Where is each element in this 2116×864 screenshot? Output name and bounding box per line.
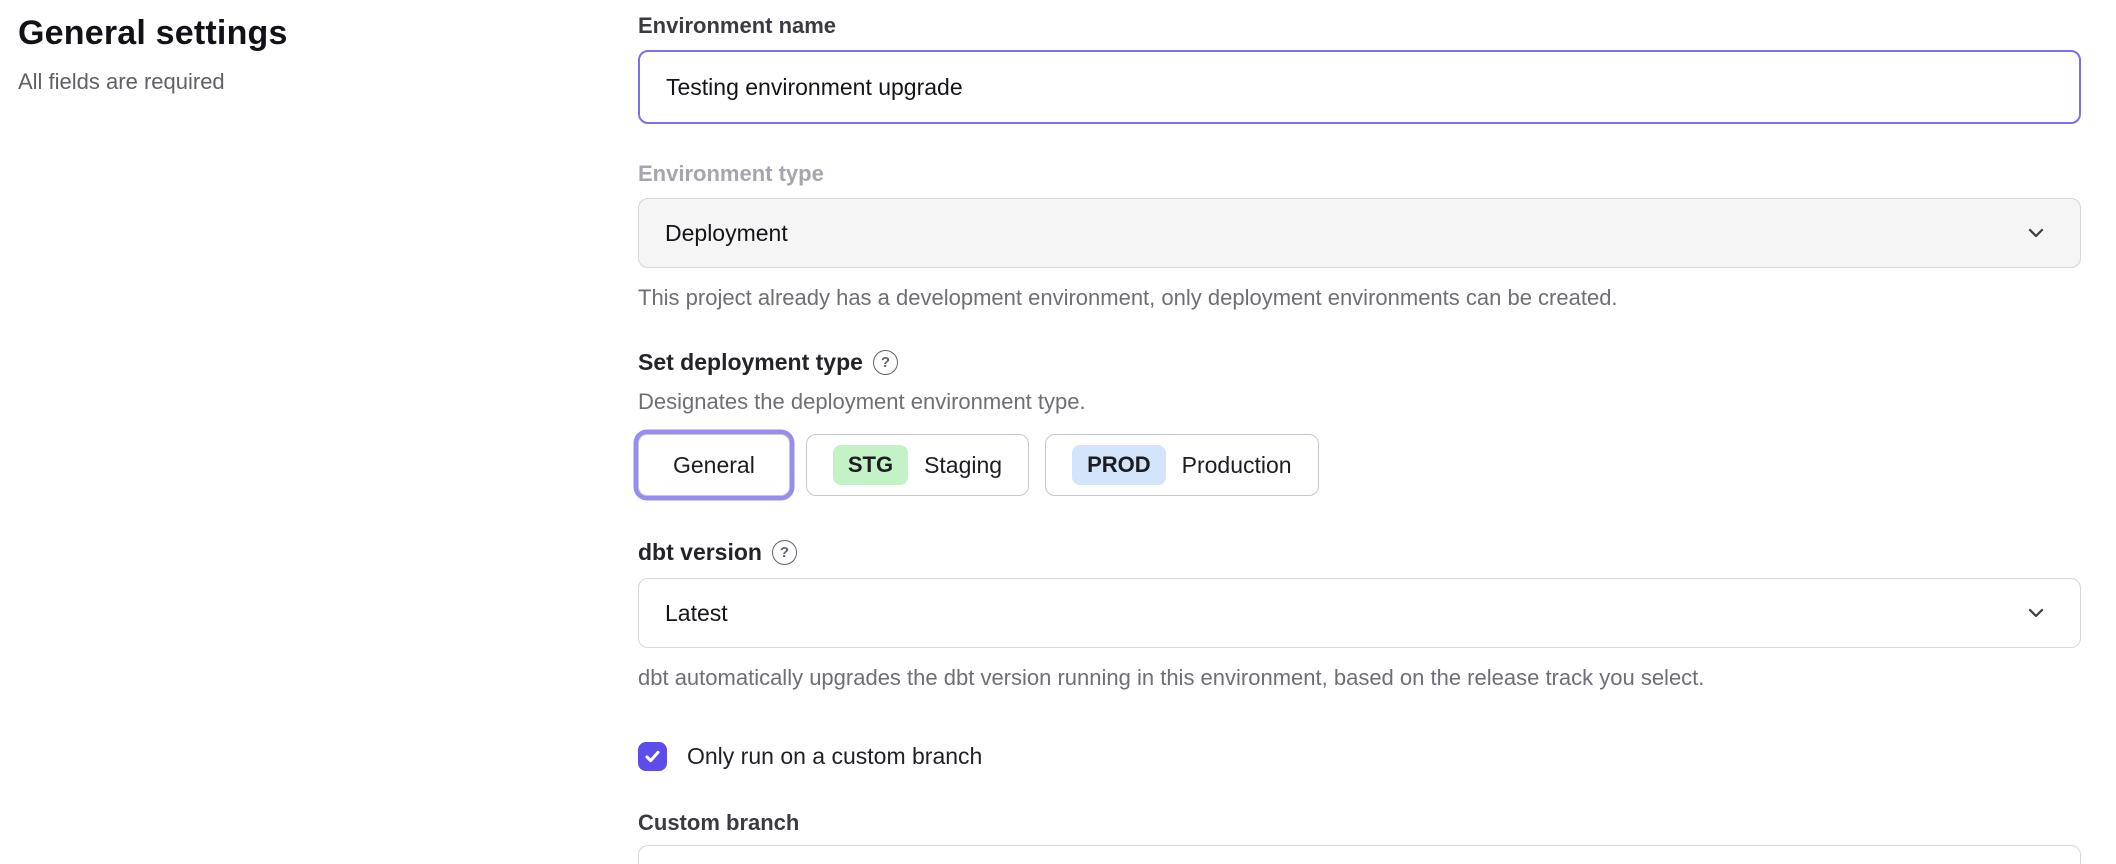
help-glyph: ?: [780, 545, 789, 560]
custom-branch-checkbox[interactable]: [638, 742, 667, 771]
dbt-version-label: dbt version: [638, 538, 762, 566]
custom-branch-label: Custom branch: [638, 809, 2081, 837]
production-badge: PROD: [1072, 445, 1166, 485]
page-subtitle: All fields are required: [18, 69, 578, 95]
deployment-type-label: Set deployment type: [638, 348, 863, 376]
environment-name-input[interactable]: [638, 50, 2081, 124]
environment-name-label: Environment name: [638, 12, 2081, 40]
check-icon: [643, 747, 662, 766]
deployment-type-production-button[interactable]: PROD Production: [1045, 434, 1319, 496]
environment-type-value: Deployment: [665, 220, 788, 247]
dbt-version-select[interactable]: Latest: [638, 578, 2081, 648]
dbt-version-helper: dbt automatically upgrades the dbt versi…: [638, 664, 2081, 692]
deployment-type-production-label: Production: [1182, 452, 1292, 479]
chevron-down-icon: [2024, 221, 2048, 245]
section-intro: General settings All fields are required: [18, 14, 578, 95]
environment-type-select[interactable]: Deployment: [638, 198, 2081, 268]
environment-type-label: Environment type: [638, 160, 2081, 188]
staging-badge: STG: [833, 445, 908, 485]
dbt-version-label-row: dbt version ?: [638, 538, 2081, 566]
deployment-type-options: General STG Staging PROD Production: [638, 434, 2081, 496]
custom-branch-checkbox-row: Only run on a custom branch: [638, 742, 2081, 771]
deployment-type-staging-label: Staging: [924, 452, 1002, 479]
chevron-down-icon: [2024, 601, 2048, 625]
environment-settings-page: General settings All fields are required…: [0, 0, 2116, 864]
deployment-type-label-row: Set deployment type ?: [638, 348, 2081, 376]
deployment-type-general-label: General: [673, 452, 755, 479]
environment-type-helper: This project already has a development e…: [638, 284, 2081, 312]
help-glyph: ?: [881, 355, 890, 370]
page-title: General settings: [18, 14, 578, 53]
deployment-type-helper: Designates the deployment environment ty…: [638, 388, 2081, 416]
general-settings-form: Environment name Environment type Deploy…: [638, 0, 2081, 864]
dbt-version-value: Latest: [665, 600, 728, 627]
help-icon[interactable]: ?: [873, 350, 898, 375]
custom-branch-input[interactable]: [638, 845, 2081, 864]
custom-branch-checkbox-label[interactable]: Only run on a custom branch: [687, 743, 982, 770]
help-icon[interactable]: ?: [772, 540, 797, 565]
deployment-type-staging-button[interactable]: STG Staging: [806, 434, 1029, 496]
deployment-type-general-button[interactable]: General: [638, 434, 790, 496]
